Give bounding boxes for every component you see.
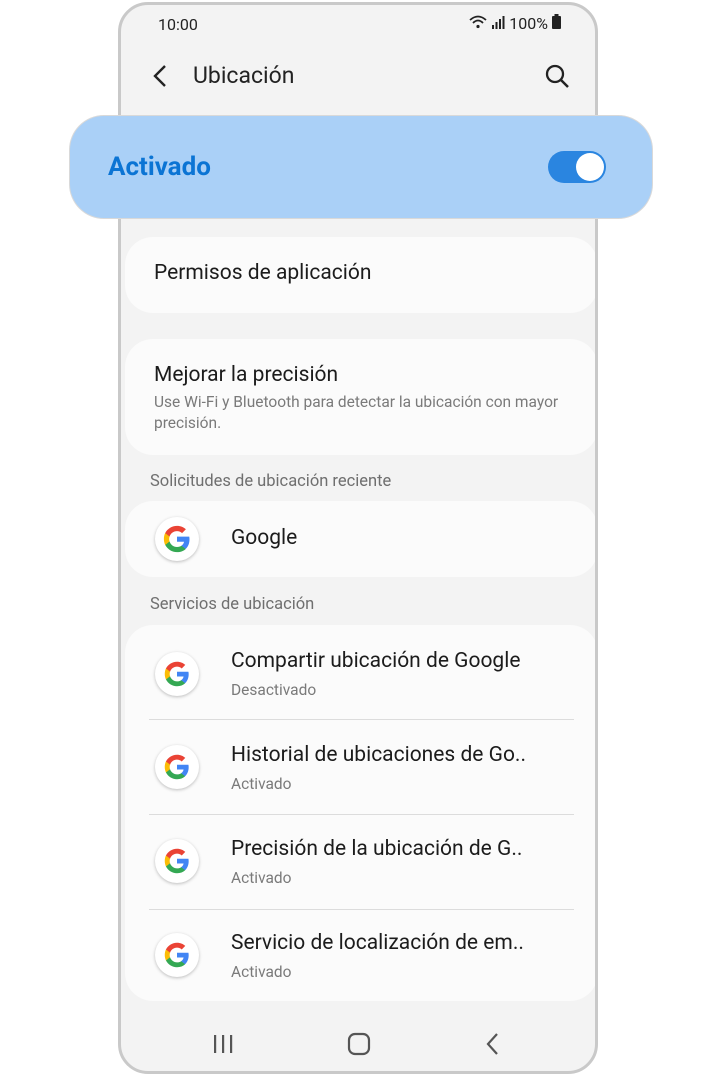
service-title: Servicio de localización de em.. [231, 931, 524, 955]
signal-icon [491, 14, 505, 33]
app-permissions-label: Permisos de aplicación [154, 261, 372, 285]
navigation-bar [121, 1011, 595, 1071]
search-icon [545, 64, 569, 88]
nav-back-button[interactable] [483, 1032, 503, 1060]
service-title: Compartir ubicación de Google [231, 649, 521, 673]
recent-apps-icon [214, 1035, 233, 1053]
location-services-header: Servicios de ubicación [150, 595, 315, 614]
google-icon [155, 839, 199, 883]
improve-accuracy-subtitle: Use Wi-Fi y Bluetooth para detectar la u… [154, 393, 559, 432]
page-title: Ubicación [193, 62, 295, 89]
battery-icon [552, 14, 561, 33]
google-icon [155, 652, 199, 696]
service-item[interactable]: Historial de ubicaciones de Go.. Activad… [125, 720, 595, 814]
home-button[interactable] [347, 1032, 371, 1060]
service-status: Activado [231, 869, 292, 887]
improve-accuracy-row[interactable]: Mejorar la precisión Use Wi-Fi y Bluetoo… [125, 339, 595, 455]
service-item[interactable]: Compartir ubicación de Google Desactivad… [125, 625, 595, 719]
app-bar: Ubicación [121, 50, 595, 105]
service-title: Precisión de la ubicación de G.. [231, 837, 523, 861]
wifi-icon [469, 14, 487, 33]
master-toggle-label: Activado [108, 152, 211, 182]
location-toggle-switch[interactable] [548, 151, 606, 183]
master-location-toggle-row[interactable]: Activado [70, 116, 652, 218]
service-item[interactable]: Precisión de la ubicación de G.. Activad… [125, 815, 595, 909]
chevron-left-icon [153, 65, 166, 87]
status-time: 10:00 [158, 15, 198, 34]
back-icon [486, 1033, 498, 1055]
improve-accuracy-title: Mejorar la precisión [154, 363, 339, 387]
google-icon [155, 745, 199, 789]
recent-request-google[interactable]: Google [125, 501, 595, 577]
search-button[interactable] [543, 62, 571, 90]
status-bar: 10:00 100% [121, 5, 595, 45]
google-icon [155, 933, 199, 977]
google-icon [155, 517, 199, 561]
battery-percent: 100% [509, 14, 548, 33]
toggle-knob [576, 153, 604, 181]
recent-apps-button[interactable] [211, 1033, 235, 1059]
service-status: Desactivado [231, 681, 317, 699]
app-permissions-row[interactable]: Permisos de aplicación [125, 237, 595, 313]
recent-requests-header: Solicitudes de ubicación reciente [150, 472, 392, 491]
home-icon [347, 1032, 371, 1056]
location-services-list: Compartir ubicación de Google Desactivad… [125, 625, 595, 1001]
recent-request-label: Google [231, 526, 298, 550]
service-status: Activado [231, 775, 292, 793]
service-title: Historial de ubicaciones de Go.. [231, 743, 527, 767]
service-item[interactable]: Servicio de localización de em.. Activad… [125, 910, 595, 1001]
back-button[interactable] [147, 62, 175, 90]
service-status: Activado [231, 963, 292, 981]
